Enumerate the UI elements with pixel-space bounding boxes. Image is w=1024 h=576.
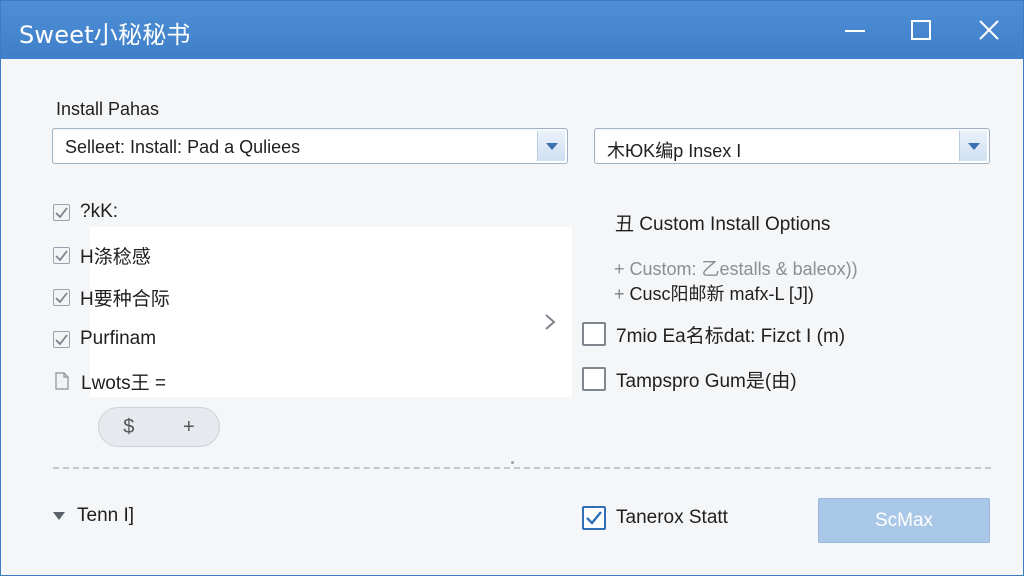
install-mode-value: 木ЮK编p Insex I	[607, 141, 742, 161]
details-toggle-label: Tenn I]	[77, 505, 135, 526]
component-item[interactable]: H要种合际	[53, 284, 170, 310]
options-heading-prefix: 丑	[615, 214, 635, 235]
start-after-install-label: Tanerox Statt	[616, 507, 728, 528]
triangle-down-icon	[53, 512, 65, 520]
custom-option-text: Cusc阳邮新 mafx-L [J])	[629, 284, 814, 304]
component-checkbox[interactable]	[53, 288, 70, 306]
option-checkbox-row[interactable]: 7mio Ea名标dat: Fizct I (m)	[582, 320, 845, 348]
install-path-value: Selleet: Install: Pad a Quliees	[65, 137, 301, 157]
title-bar[interactable]: Sweet小秘秘书	[1, 1, 1023, 59]
pill-add-button[interactable]: +	[183, 416, 195, 439]
component-pill-control[interactable]: $ +	[98, 407, 220, 447]
maximize-icon	[911, 20, 931, 40]
document-icon	[53, 371, 71, 391]
check-icon	[55, 333, 68, 345]
pill-left-button[interactable]: $	[123, 416, 134, 439]
component-label: H涤稔感	[80, 246, 151, 268]
start-after-install-checkbox[interactable]	[582, 506, 606, 530]
expand-icon: +	[614, 259, 625, 279]
chevron-down-icon	[545, 143, 558, 150]
close-button[interactable]	[961, 9, 1017, 51]
option-checkbox[interactable]	[582, 322, 606, 346]
custom-option-text: Custom: 乙estalls & baleox))	[629, 259, 858, 279]
section-divider	[53, 467, 991, 469]
custom-option-line[interactable]: + Custom: 乙estalls & baleox))	[614, 255, 858, 281]
component-item[interactable]: ?kK:	[53, 199, 118, 225]
component-checkbox[interactable]	[53, 203, 70, 221]
component-checkbox[interactable]	[53, 246, 70, 264]
install-button[interactable]: ScMax	[818, 498, 990, 543]
component-label: Lwots王 =	[81, 372, 167, 394]
chevron-down-icon	[967, 143, 980, 150]
check-icon	[586, 511, 602, 525]
component-item[interactable]: H涤稔感	[53, 242, 151, 268]
details-toggle[interactable]: Tenn I]	[53, 505, 134, 527]
option-checkbox-row[interactable]: Tampspro Gum是(由)	[582, 365, 797, 393]
check-icon	[55, 249, 68, 261]
install-mode-dropdown-button[interactable]	[959, 131, 987, 161]
component-label: H要种合际	[80, 288, 170, 310]
minimize-button[interactable]	[827, 9, 883, 51]
start-after-install-row[interactable]: Tanerox Statt	[582, 504, 728, 532]
component-label: ?kK:	[80, 201, 119, 222]
custom-option-line[interactable]: + Cusc阳邮新 mafx-L [J])	[614, 280, 814, 306]
maximize-button[interactable]	[893, 9, 949, 51]
install-path-dropdown-button[interactable]	[537, 131, 565, 161]
divider-dot	[511, 461, 514, 464]
expand-icon: +	[614, 284, 625, 304]
installer-window: Sweet小秘秘书 Install Pahas Selleet: Install…	[0, 0, 1024, 576]
check-icon	[55, 291, 68, 303]
custom-options-heading: 丑 Custom Install Options	[615, 209, 830, 236]
option-label: 7mio Ea名标dat: Fizct I (m)	[616, 325, 846, 347]
options-heading-text: Custom Install Options	[639, 214, 831, 235]
install-paths-label: Install Pahas	[56, 99, 160, 119]
install-path-select[interactable]: Selleet: Install: Pad a Quliees	[52, 128, 568, 164]
option-checkbox[interactable]	[582, 367, 606, 391]
app-title: Sweet小秘秘书	[19, 21, 191, 49]
check-icon	[55, 206, 68, 218]
component-item[interactable]: Lwots王 =	[53, 368, 166, 394]
option-label: Tampspro Gum是(由)	[616, 370, 797, 392]
minimize-icon	[845, 30, 865, 32]
component-label: Purfinam	[80, 328, 157, 349]
install-mode-select[interactable]: 木ЮK编p Insex I	[594, 128, 990, 164]
close-icon	[979, 20, 999, 40]
chevron-right-icon[interactable]	[542, 312, 558, 332]
component-checkbox[interactable]	[53, 330, 70, 348]
component-item[interactable]: Purfinam	[53, 326, 156, 352]
